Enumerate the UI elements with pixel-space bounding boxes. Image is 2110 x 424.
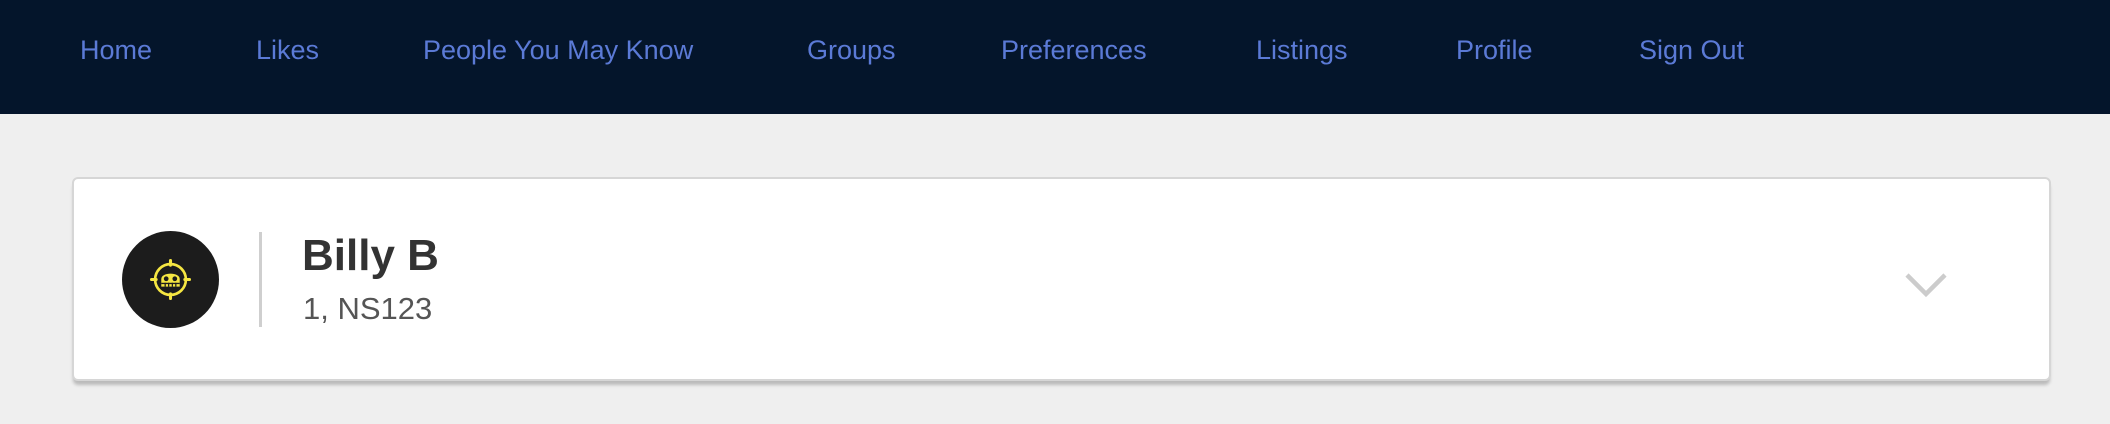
profile-subtitle: 1, NS123 [303, 291, 433, 326]
chevron-down-icon[interactable] [1904, 271, 1948, 299]
nav-link-profile[interactable]: Profile [1456, 34, 1533, 66]
nav-link-listings[interactable]: Listings [1256, 34, 1348, 66]
nav-link-likes[interactable]: Likes [256, 34, 319, 66]
nav-link-people-you-may-know[interactable]: People You May Know [423, 34, 693, 66]
top-navbar: Home Likes People You May Know Groups Pr… [0, 0, 2110, 114]
nav-link-groups[interactable]: Groups [807, 34, 896, 66]
nav-link-preferences[interactable]: Preferences [1001, 34, 1147, 66]
nav-link-sign-out[interactable]: Sign Out [1639, 34, 1744, 66]
nav-link-home[interactable]: Home [80, 34, 152, 66]
skull-jolly-roger-icon [150, 259, 191, 300]
profile-name: Billy B [302, 231, 439, 280]
profile-card[interactable]: Billy B 1, NS123 [72, 177, 2051, 381]
vertical-divider [259, 232, 262, 327]
avatar [122, 231, 219, 328]
